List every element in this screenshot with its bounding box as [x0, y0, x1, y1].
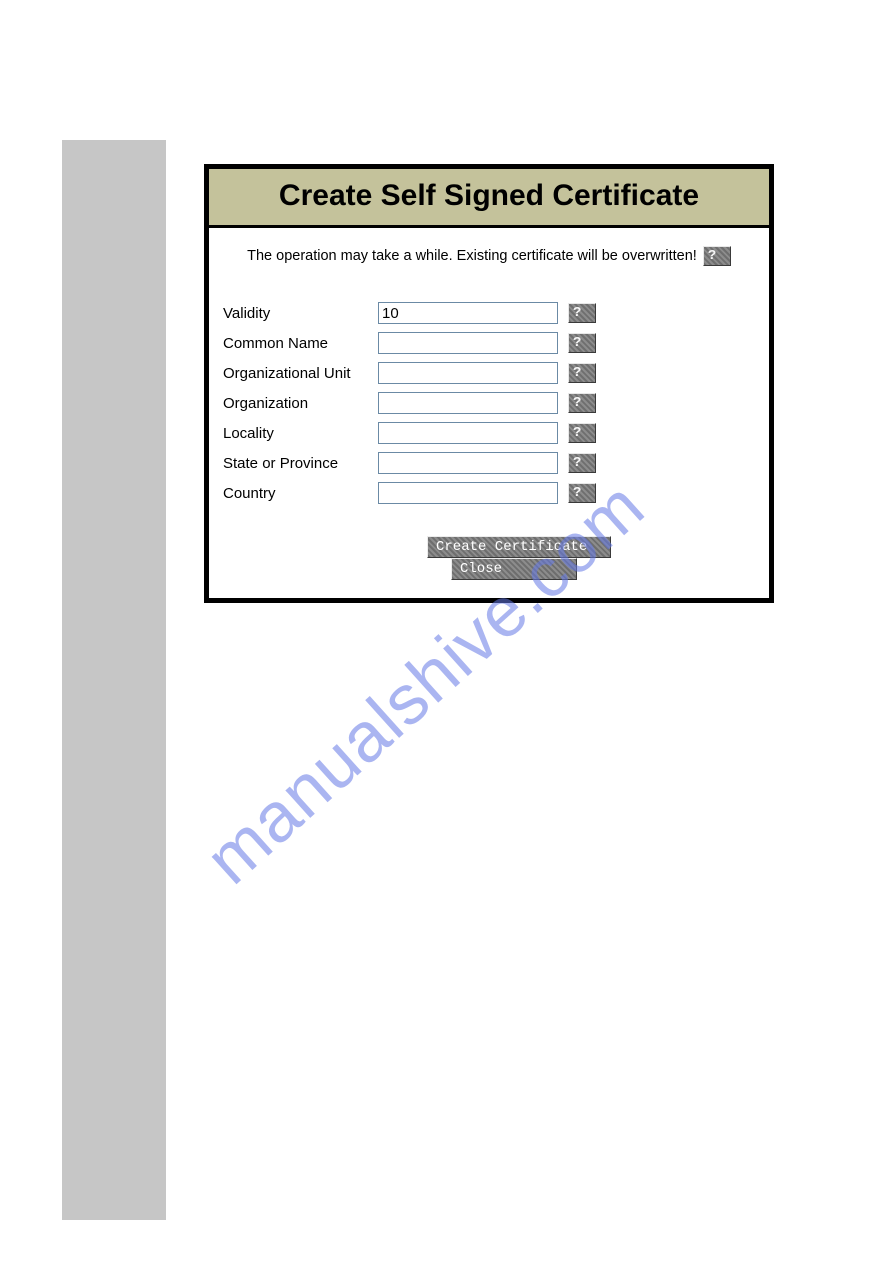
row-validity: Validity ?	[223, 302, 596, 324]
help-icon[interactable]: ?	[568, 363, 596, 383]
help-icon[interactable]: ?	[568, 303, 596, 323]
form-table: Validity ? Common Name ? Organizational …	[223, 294, 596, 512]
row-locality: Locality ?	[223, 422, 596, 444]
row-organization: Organization ?	[223, 392, 596, 414]
label-state: State or Province	[223, 452, 378, 474]
help-icon[interactable]: ?	[568, 333, 596, 353]
country-input[interactable]	[378, 482, 558, 504]
label-organization: Organization	[223, 392, 378, 414]
create-certificate-dialog: Create Self Signed Certificate The opera…	[204, 164, 774, 603]
label-country: Country	[223, 482, 378, 504]
row-state: State or Province ?	[223, 452, 596, 474]
warning-row: The operation may take a while. Existing…	[221, 246, 757, 266]
label-validity: Validity	[223, 302, 378, 324]
help-icon[interactable]: ?	[568, 453, 596, 473]
left-margin-strip	[62, 140, 166, 1220]
organization-input[interactable]	[378, 392, 558, 414]
row-org-unit: Organizational Unit ?	[223, 362, 596, 384]
org-unit-input[interactable]	[378, 362, 558, 384]
help-icon[interactable]: ?	[568, 483, 596, 503]
label-locality: Locality	[223, 422, 378, 444]
common-name-input[interactable]	[378, 332, 558, 354]
help-icon[interactable]: ?	[568, 423, 596, 443]
label-common-name: Common Name	[223, 332, 378, 354]
warning-text: The operation may take a while. Existing…	[247, 248, 697, 264]
button-row: Create Certificate Close	[221, 536, 757, 580]
label-org-unit: Organizational Unit	[223, 362, 378, 384]
dialog-title: Create Self Signed Certificate	[209, 169, 769, 228]
row-country: Country ?	[223, 482, 596, 504]
help-icon[interactable]: ?	[568, 393, 596, 413]
help-icon[interactable]: ?	[703, 246, 731, 266]
close-button[interactable]: Close	[451, 558, 577, 580]
dialog-body: The operation may take a while. Existing…	[209, 228, 769, 598]
validity-input[interactable]	[378, 302, 558, 324]
state-input[interactable]	[378, 452, 558, 474]
locality-input[interactable]	[378, 422, 558, 444]
row-common-name: Common Name ?	[223, 332, 596, 354]
create-certificate-button[interactable]: Create Certificate	[427, 536, 611, 558]
